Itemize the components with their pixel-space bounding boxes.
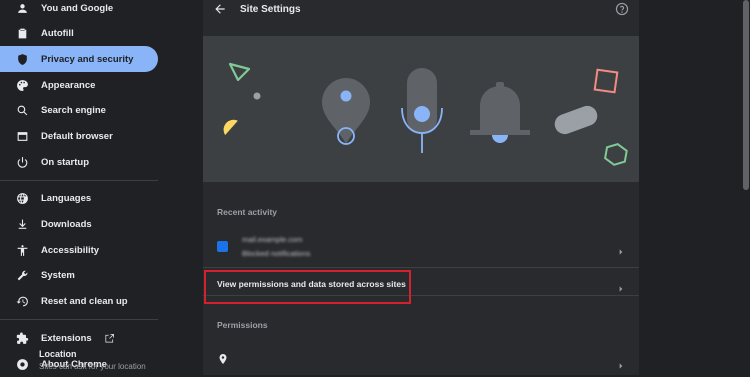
sidebar-item-system[interactable]: System (0, 262, 158, 288)
sidebar-item-label: Default browser (41, 130, 113, 142)
download-icon (15, 217, 29, 231)
scrollbar-thumb[interactable] (743, 0, 749, 190)
half-moon-shape (223, 119, 238, 136)
sidebar-item-you-and-google[interactable]: You and Google (0, 0, 158, 21)
permissions-heading: Permissions (217, 320, 268, 330)
sidebar-item-label: You and Google (41, 2, 114, 14)
sidebar-item-label: Languages (41, 192, 92, 204)
recent-activity-row[interactable]: mail.example.com Blocked notifications (203, 228, 639, 267)
accessibility-icon (15, 243, 29, 257)
sidebar-item-privacy-and-security[interactable]: Privacy and security (0, 46, 158, 72)
sidebar-item-accessibility[interactable]: Accessibility (0, 237, 158, 263)
chevron-right-icon (617, 357, 625, 369)
sidebar-item-search-engine[interactable]: Search engine (0, 97, 158, 123)
puzzle-icon (15, 331, 29, 345)
sidebar-item-label: On startup (41, 156, 90, 168)
sidebar-item-downloads[interactable]: Downloads (0, 211, 158, 237)
sidebar: You and Google Autofill Privacy and secu… (0, 0, 170, 375)
sidebar-item-label: Downloads (41, 218, 92, 230)
search-icon (15, 103, 29, 117)
panel-header: Site Settings (203, 0, 639, 36)
sidebar-divider (0, 180, 158, 181)
chrome-icon (15, 357, 29, 371)
sidebar-item-languages[interactable]: Languages (0, 185, 158, 211)
site-detail: Blocked notifications (242, 249, 311, 258)
wrench-icon (15, 268, 29, 282)
sidebar-item-label: Appearance (41, 79, 96, 91)
scrollbar[interactable] (741, 0, 750, 375)
square-shape (593, 68, 619, 94)
power-icon (15, 155, 29, 169)
palette-icon (15, 78, 29, 92)
location-subtitle: Sites can ask for your location (39, 362, 146, 371)
microphone-icon (401, 68, 443, 153)
shield-icon (15, 52, 29, 66)
site-settings-illustration (203, 36, 639, 182)
location-row[interactable] (203, 340, 639, 375)
help-icon[interactable] (615, 2, 629, 16)
location-title: Location (39, 349, 77, 359)
sidebar-divider (0, 319, 158, 320)
sidebar-item-default-browser[interactable]: Default browser (0, 123, 158, 149)
back-arrow-icon[interactable] (213, 2, 229, 18)
person-icon (15, 1, 29, 15)
site-settings-panel: Site Settings Recent activity mail.examp… (203, 0, 639, 375)
pill-shape (554, 105, 598, 135)
site-name: mail.example.com (242, 235, 303, 244)
sidebar-item-label: Extensions (41, 332, 92, 344)
sidebar-item-reset-and-clean-up[interactable]: Reset and clean up (0, 288, 158, 314)
location-icon (217, 352, 229, 364)
recent-activity-heading: Recent activity (217, 207, 277, 217)
external-link-icon (104, 333, 115, 344)
sidebar-item-autofill[interactable]: Autofill (0, 20, 158, 46)
sidebar-item-label: System (41, 269, 75, 281)
chevron-right-icon (617, 280, 625, 292)
sidebar-item-label: Autofill (41, 27, 74, 39)
page-title: Site Settings (240, 4, 301, 15)
hexagon-shape (604, 143, 628, 166)
chevron-right-icon (617, 243, 625, 255)
dot-shape (253, 92, 261, 100)
history-icon (15, 294, 29, 308)
sidebar-item-label: Privacy and security (41, 53, 134, 65)
sidebar-item-on-startup[interactable]: On startup (0, 149, 158, 175)
clipboard-icon (15, 26, 29, 40)
sidebar-item-appearance[interactable]: Appearance (0, 72, 158, 98)
browser-icon (15, 129, 29, 143)
sidebar-item-label: Search engine (41, 104, 106, 116)
triangle-shape (228, 62, 251, 82)
globe-icon (15, 191, 29, 205)
location-pin-icon (322, 78, 370, 145)
sidebar-item-label: Accessibility (41, 244, 100, 256)
sidebar-item-extensions[interactable]: Extensions (0, 325, 158, 351)
bell-icon (470, 82, 530, 143)
site-favicon-icon (217, 241, 228, 252)
highlight-box (204, 270, 411, 304)
sidebar-item-label: Reset and clean up (41, 295, 128, 307)
